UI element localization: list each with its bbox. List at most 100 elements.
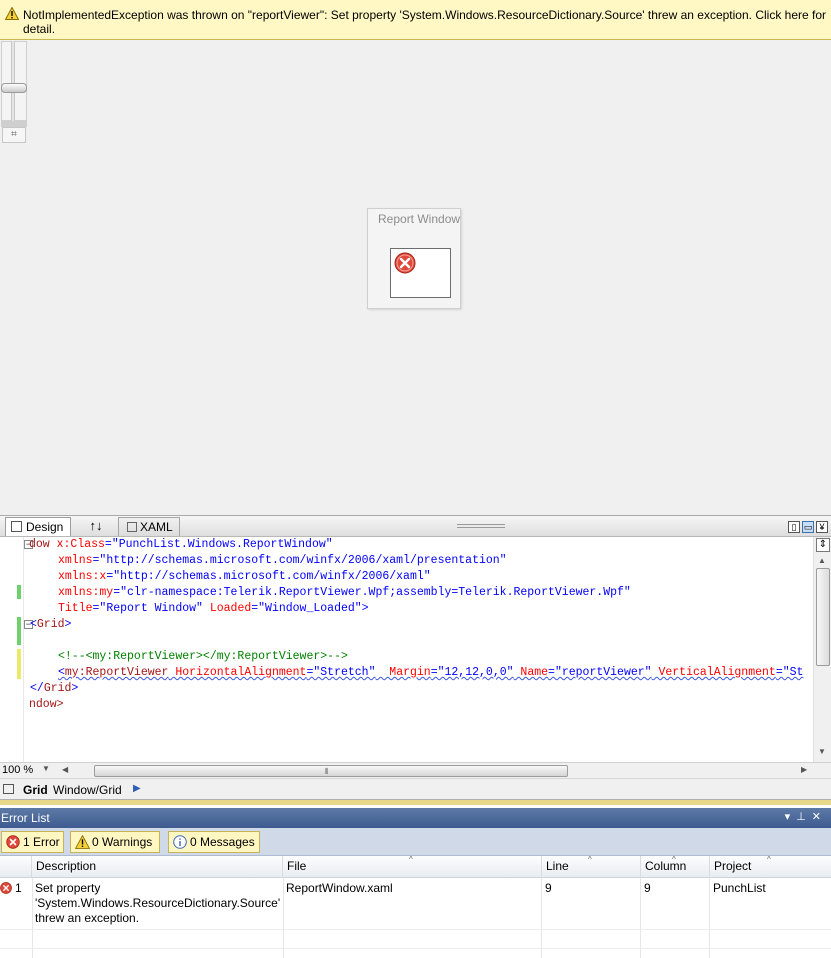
xaml-editor[interactable]: − − dow x:Class="PunchList.Windows.Repor… — [0, 537, 831, 762]
column-header-project[interactable]: Project ^ — [710, 855, 831, 878]
warnings-filter-label: 0 Warnings — [92, 835, 153, 849]
warnings-filter-button[interactable]: 0 Warnings — [70, 831, 160, 853]
code-token: ndow> — [29, 698, 64, 711]
row-project: PunchList — [713, 881, 766, 895]
editor-horizontal-scrollbar[interactable]: ◀ ⦀ ▶ — [55, 763, 813, 779]
row-description: Set property — [35, 881, 101, 895]
zoom-dropdown-icon[interactable]: ▼ — [42, 764, 50, 773]
row-description: 'System.Windows.ResourceDictionary.Sourc… — [35, 896, 281, 910]
document-outline-icon[interactable] — [3, 784, 14, 794]
code-token: ="St — [775, 666, 804, 679]
code-line: <!--<my:ReportViewer></my:ReportViewer>-… — [58, 649, 348, 665]
warning-icon — [5, 7, 19, 20]
infobar-message[interactable]: NotImplementedException was thrown on "r… — [23, 8, 828, 36]
code-token: Grid — [36, 618, 65, 631]
grid-line — [541, 878, 542, 958]
column-header-description[interactable]: Description — [32, 856, 283, 878]
breadcrumb-arrow-icon[interactable]: ▶ — [133, 783, 141, 794]
exception-infobar[interactable]: NotImplementedException was thrown on "r… — [0, 0, 831, 40]
column-header-column[interactable]: Column ^ — [641, 855, 710, 878]
pane-resize-grip[interactable] — [457, 524, 505, 528]
error-list-header: Description File ^ Line ^ Column ^ Proje… — [0, 855, 831, 878]
grid-line — [709, 878, 710, 958]
breadcrumb-path[interactable]: Window/Grid — [53, 783, 122, 797]
swap-panes-button[interactable]: ↑↓ — [85, 517, 107, 536]
code-line: <Grid> — [30, 617, 71, 633]
breadcrumb-current[interactable]: Grid — [23, 783, 48, 797]
editor-zoom-value[interactable]: 100 % — [2, 764, 33, 776]
code-token: xmlns — [58, 554, 93, 567]
code-token: Grid — [43, 682, 72, 695]
design-surface[interactable]: ⌗ Report Window — [0, 40, 831, 515]
split-buttons: ▯ ▭ ¥ — [786, 519, 828, 533]
code-token: ="http://schemas.microsoft.com/winfx/200… — [92, 554, 507, 567]
scroll-right-icon[interactable]: ▶ — [801, 765, 807, 774]
row-number: 1 — [15, 881, 22, 895]
code-token: ="PunchList.Windows.ReportWindow" — [104, 538, 333, 551]
design-xaml-tabbar: Design ↑↓ XAML ▯ ▭ ¥ — [0, 515, 831, 537]
zoom-thumb[interactable] — [1, 83, 27, 93]
scroll-down-icon[interactable]: ▼ — [818, 747, 826, 756]
tab-design[interactable]: Design — [5, 517, 71, 536]
editor-bottom-strip: 100 % ▼ ◀ ⦀ ▶ — [0, 762, 831, 778]
code-line: xmlns="http://schemas.microsoft.com/winf… — [58, 553, 507, 569]
scroll-up-icon[interactable]: ▲ — [818, 556, 826, 565]
code-token: x:Class — [56, 538, 105, 551]
report-viewer-element[interactable] — [390, 248, 451, 298]
code-token: ="Report Window" — [92, 602, 203, 615]
thumb-grip-icon: ⦀ — [325, 767, 329, 776]
code-token: xmlns:x — [58, 570, 107, 583]
collapse-pane-icon[interactable]: ¥ — [816, 521, 828, 533]
vertical-split-icon[interactable]: ▯ — [788, 521, 800, 533]
grid-line — [283, 878, 284, 958]
code-line: </Grid> — [30, 681, 78, 697]
code-token: HorizontalAlignment — [168, 666, 307, 679]
split-window-icon[interactable]: ⇕ — [816, 538, 830, 552]
row-column: 9 — [644, 881, 651, 895]
report-window-preview[interactable]: Report Window — [367, 208, 461, 309]
horizontal-scroll-thumb[interactable]: ⦀ — [94, 765, 568, 777]
code-token: ="http://schemas.microsoft.com/winfx/200… — [106, 570, 431, 583]
error-icon — [6, 835, 20, 849]
code-token: Margin — [375, 666, 431, 679]
code-token: </ — [30, 682, 44, 695]
errors-filter-button[interactable]: 1 Error — [1, 831, 64, 853]
sort-indicator-icon: ^ — [767, 855, 771, 864]
scroll-left-icon[interactable]: ◀ — [62, 765, 68, 774]
change-marker-unsaved — [17, 649, 21, 679]
change-marker-saved — [17, 617, 21, 645]
xaml-code[interactable]: dow x:Class="PunchList.Windows.ReportWin… — [29, 537, 813, 762]
vertical-scroll-thumb[interactable] — [816, 568, 830, 666]
xaml-icon — [127, 522, 137, 532]
code-token: dow — [29, 538, 57, 551]
error-icon — [394, 252, 416, 274]
fit-to-view-icon[interactable]: ⌗ — [2, 127, 26, 143]
column-label: Line — [546, 859, 569, 873]
column-header-icon[interactable] — [0, 856, 32, 878]
editor-vertical-scrollbar[interactable]: ⇕ ▲ ▼ — [813, 537, 831, 762]
error-list-toolbar: 1 Error 0 Warnings 0 Messages — [0, 828, 831, 856]
grid-line — [0, 929, 831, 930]
error-list-panel: Error List ▾⊥✕ 1 Error 0 Warnings 0 Mess… — [0, 805, 831, 958]
code-line: xmlns:my="clr-namespace:Telerik.ReportVi… — [58, 585, 631, 601]
code-line: Title="Report Window" Loaded="Window_Loa… — [58, 601, 369, 617]
horizontal-split-icon[interactable]: ▭ — [802, 521, 814, 533]
grid-line — [32, 878, 33, 958]
row-line: 9 — [545, 881, 552, 895]
column-header-file[interactable]: File ^ — [283, 855, 542, 878]
zoom-slider[interactable]: ⌗ — [1, 41, 27, 143]
tab-xaml[interactable]: XAML — [118, 517, 180, 536]
code-token: my:ReportViewer — [64, 666, 169, 679]
zoom-rail — [11, 41, 15, 121]
messages-filter-button[interactable]: 0 Messages — [168, 831, 260, 853]
column-header-line[interactable]: Line ^ — [542, 855, 641, 878]
code-line: xmlns:x="http://schemas.microsoft.com/wi… — [58, 569, 431, 585]
grid-line — [640, 878, 641, 958]
row-description: threw an exception. — [35, 911, 140, 925]
error-list-title: Error List — [1, 811, 50, 825]
editor-margin — [0, 537, 24, 762]
window-controls[interactable]: ▾⊥✕ — [785, 810, 827, 823]
code-token: > — [64, 618, 72, 631]
code-line-error: <my:ReportViewer HorizontalAlignment="St… — [58, 665, 803, 681]
errors-filter-label: 1 Error — [23, 835, 60, 849]
